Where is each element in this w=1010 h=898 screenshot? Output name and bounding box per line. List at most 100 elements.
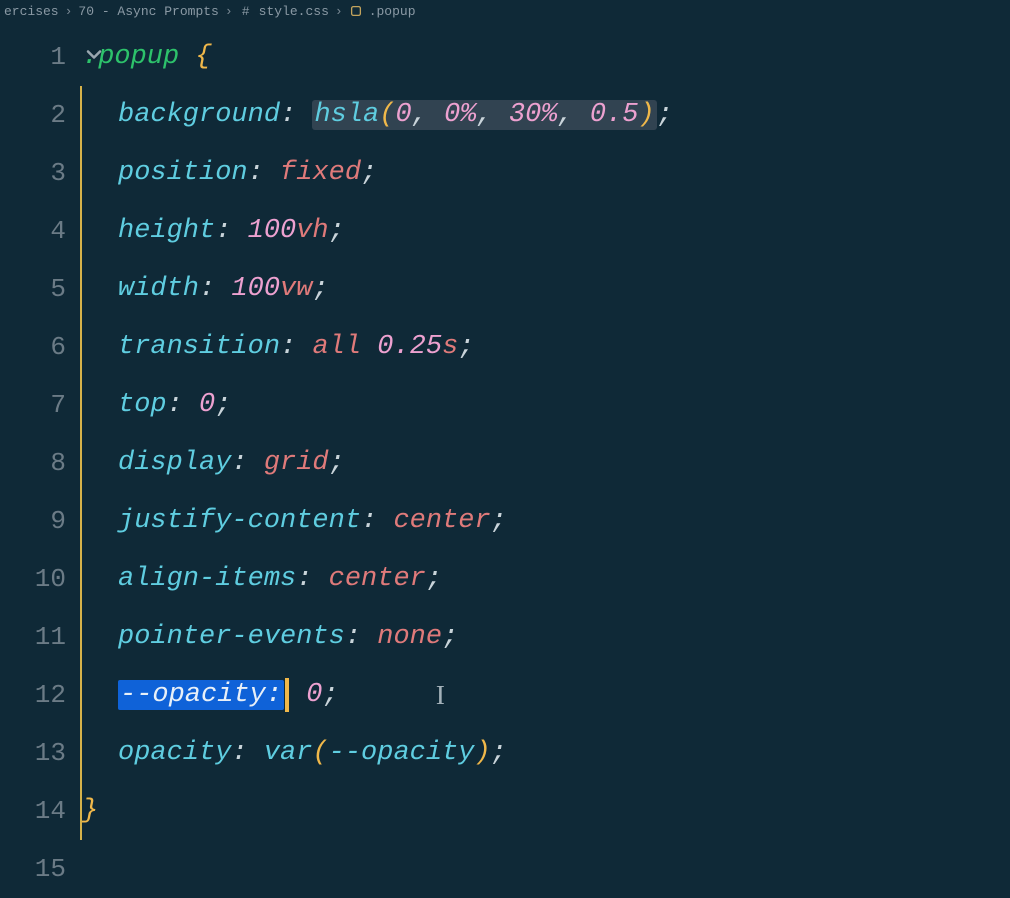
css-function: hsla bbox=[314, 100, 379, 130]
line-number: 2 bbox=[0, 100, 80, 130]
semicolon: ; bbox=[361, 158, 377, 188]
code-line[interactable]: 5width: 100vw; bbox=[0, 260, 1010, 318]
code-content[interactable]: } bbox=[82, 796, 98, 826]
line-number: 9 bbox=[0, 506, 80, 536]
space bbox=[377, 506, 393, 536]
breadcrumb-symbol[interactable]: .popup bbox=[369, 4, 416, 19]
css-property: transition bbox=[118, 332, 280, 362]
line-number: 1 bbox=[0, 42, 80, 72]
comma: , bbox=[412, 100, 428, 130]
code-line[interactable]: 2 background: hsla(0, 0%, 30%, 0.5); bbox=[0, 86, 1010, 144]
css-number: 100 bbox=[231, 274, 280, 304]
code-content[interactable]: opacity: var(--opacity); bbox=[118, 738, 507, 768]
fold-guide bbox=[80, 666, 82, 724]
code-line[interactable]: 8display: grid; bbox=[0, 434, 1010, 492]
css-property: background bbox=[118, 100, 280, 130]
code-editor[interactable]: 1.popup { 2 background: hsla(0, 0%, 30%, 0… bbox=[0, 22, 1010, 898]
colon: : bbox=[231, 738, 247, 768]
token-kw: s bbox=[442, 332, 458, 362]
css-number: 100 bbox=[248, 216, 297, 246]
code-line[interactable]: 10 align-items: center; bbox=[0, 550, 1010, 608]
colon: : bbox=[280, 332, 296, 362]
space bbox=[290, 680, 306, 710]
css-property: height bbox=[118, 216, 215, 246]
colon: : bbox=[361, 506, 377, 536]
code-content[interactable]: width: 100vw; bbox=[118, 274, 329, 304]
space bbox=[231, 216, 247, 246]
space bbox=[248, 448, 264, 478]
mouse-ibeam-icon: I bbox=[436, 680, 445, 711]
code-line[interactable]: 15 bbox=[0, 840, 1010, 898]
fold-guide bbox=[80, 608, 82, 666]
space bbox=[493, 100, 509, 130]
line-number: 6 bbox=[0, 332, 80, 362]
css-number: 0 bbox=[199, 390, 215, 420]
space bbox=[248, 738, 264, 768]
code-line[interactable]: 13 opacity: var(--opacity); bbox=[0, 724, 1010, 782]
paren-close: ) bbox=[639, 100, 655, 130]
colon: : bbox=[231, 448, 247, 478]
breadcrumb-separator: › bbox=[335, 4, 343, 19]
fold-guide bbox=[80, 840, 82, 898]
css-property: justify-content bbox=[118, 506, 361, 536]
code-content[interactable]: transition: all 0.25s; bbox=[118, 332, 474, 362]
space bbox=[361, 622, 377, 652]
breadcrumb-folder-0[interactable]: ercises bbox=[4, 4, 59, 19]
line-number: 13 bbox=[0, 738, 80, 768]
space bbox=[339, 680, 436, 710]
colon: : bbox=[345, 622, 361, 652]
token-plain bbox=[361, 332, 377, 362]
css-arg: 0% bbox=[444, 100, 476, 130]
code-line[interactable]: 12 --opacity: 0; I bbox=[0, 666, 1010, 724]
fold-guide bbox=[80, 550, 82, 608]
fold-guide bbox=[80, 318, 82, 376]
code-content[interactable]: align-items: center; bbox=[118, 564, 442, 594]
css-value: fixed bbox=[280, 158, 361, 188]
css-property: display bbox=[118, 448, 231, 478]
code-line[interactable]: 6 transition: all 0.25s; bbox=[0, 318, 1010, 376]
fold-guide bbox=[80, 260, 82, 318]
code-line[interactable]: 11pointer-events: none; bbox=[0, 608, 1010, 666]
code-line[interactable]: 7top: 0; bbox=[0, 376, 1010, 434]
breadcrumb-folder-1[interactable]: 70 - Async Prompts bbox=[78, 4, 218, 19]
css-property: position bbox=[118, 158, 248, 188]
space bbox=[296, 100, 312, 130]
space bbox=[296, 332, 312, 362]
text-cursor bbox=[285, 678, 289, 712]
code-content[interactable]: top: 0; bbox=[118, 390, 231, 420]
semicolon: ; bbox=[491, 738, 507, 768]
fold-guide bbox=[80, 86, 82, 144]
space bbox=[215, 274, 231, 304]
line-number: 12 bbox=[0, 680, 80, 710]
code-content[interactable]: pointer-events: none; bbox=[118, 622, 458, 652]
code-content[interactable]: background: hsla(0, 0%, 30%, 0.5); bbox=[118, 100, 673, 130]
code-content[interactable]: position: fixed; bbox=[118, 158, 377, 188]
colon: : bbox=[215, 216, 231, 246]
css-property: opacity bbox=[118, 738, 231, 768]
semicolon: ; bbox=[458, 332, 474, 362]
semicolon: ; bbox=[215, 390, 231, 420]
css-property: top bbox=[118, 390, 167, 420]
code-line[interactable]: 3position: fixed; bbox=[0, 144, 1010, 202]
semicolon: ; bbox=[657, 100, 673, 130]
code-content[interactable]: height: 100vh; bbox=[118, 216, 345, 246]
fold-chevron-icon[interactable] bbox=[82, 43, 106, 72]
paren-open: ( bbox=[312, 738, 328, 768]
colon: : bbox=[248, 158, 264, 188]
code-content[interactable]: justify-content: center; bbox=[118, 506, 507, 536]
code-line[interactable]: 9 justify-content: center; bbox=[0, 492, 1010, 550]
breadcrumb-separator: › bbox=[225, 4, 233, 19]
colon: : bbox=[280, 100, 296, 130]
semicolon: ; bbox=[329, 216, 345, 246]
code-line[interactable]: 14} bbox=[0, 782, 1010, 840]
code-line[interactable]: 1.popup { bbox=[0, 28, 1010, 86]
code-content[interactable]: --opacity: 0; I bbox=[118, 678, 445, 712]
code-content[interactable]: display: grid; bbox=[118, 448, 345, 478]
breadcrumb[interactable]: ercises › 70 - Async Prompts › # style.c… bbox=[0, 0, 1010, 22]
breadcrumb-file[interactable]: style.css bbox=[259, 4, 329, 19]
line-number: 10 bbox=[0, 564, 80, 594]
breadcrumb-separator: › bbox=[65, 4, 73, 19]
code-line[interactable]: 4height: 100vh; bbox=[0, 202, 1010, 260]
css-property: pointer-events bbox=[118, 622, 345, 652]
css-rule-icon bbox=[349, 4, 363, 18]
